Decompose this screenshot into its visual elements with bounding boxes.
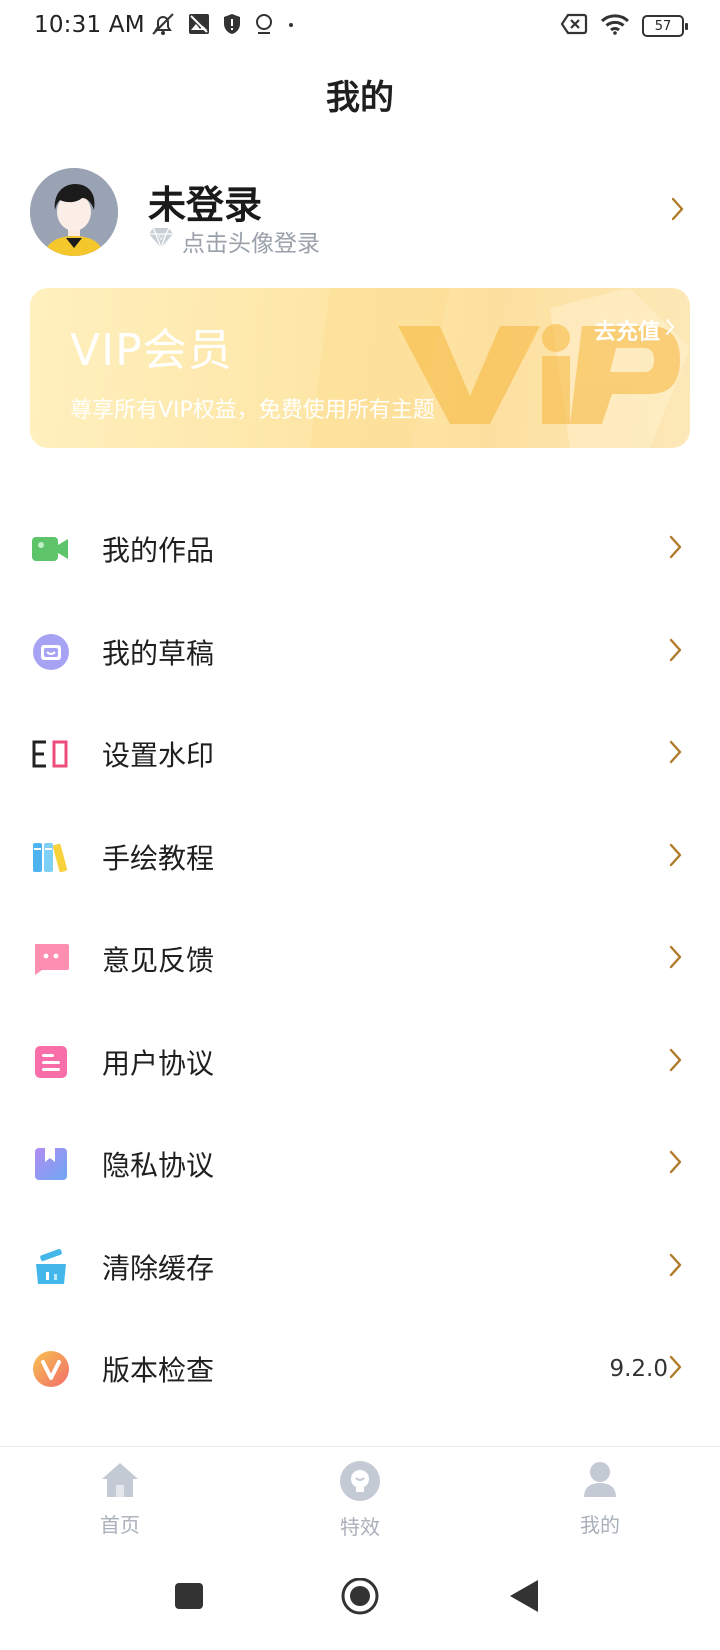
chevron-right-icon (670, 196, 686, 226)
home-icon (100, 1461, 140, 1503)
tab-label: 首页 (100, 1513, 140, 1537)
battery-icon: 57 (642, 15, 688, 37)
chevron-right-icon (668, 1149, 684, 1179)
status-bar: 10:31 AM 57 (0, 0, 720, 56)
menu-item-watermark[interactable]: 设置水印 (0, 703, 720, 806)
tab-label: 我的 (580, 1513, 620, 1537)
tab-effects[interactable]: 特效 (300, 1461, 420, 1540)
watermark-icon (32, 735, 70, 773)
menu-item-label: 手绘教程 (102, 841, 215, 875)
menu-item-drawing-tutorial[interactable]: 手绘教程 (0, 806, 720, 909)
chevron-right-icon (668, 739, 684, 769)
menu-item-user-agreement[interactable]: 用户协议 (0, 1011, 720, 1114)
broom-icon (32, 1248, 70, 1286)
tab-home[interactable]: 首页 (60, 1461, 180, 1538)
login-hint-text: 点击头像登录 (182, 231, 320, 257)
bottom-tab-bar: 首页 特效 我的 (0, 1446, 720, 1556)
menu-item-my-works[interactable]: 我的作品 (0, 498, 720, 601)
menu-item-label: 用户协议 (102, 1046, 215, 1080)
menu-item-feedback[interactable]: 意见反馈 (0, 908, 720, 1011)
page-title: 我的 (326, 78, 394, 118)
gallery-icon (188, 13, 210, 39)
version-v-icon (32, 1350, 70, 1388)
books-icon (32, 838, 70, 876)
chevron-right-icon (668, 1047, 684, 1077)
menu-item-clear-cache[interactable]: 清除缓存 (0, 1216, 720, 1319)
document-icon (32, 1043, 70, 1081)
chevron-right-icon (668, 842, 684, 872)
back-triangle-icon[interactable] (508, 1578, 542, 1618)
menu-item-label: 意见反馈 (102, 944, 215, 978)
recharge-button[interactable]: 去充值 (594, 314, 676, 346)
tab-mine[interactable]: 我的 (540, 1461, 660, 1538)
chevron-right-icon (664, 317, 676, 343)
chevron-right-icon (668, 534, 684, 564)
bookmark-book-icon (32, 1145, 70, 1183)
menu-item-label: 我的草稿 (102, 636, 215, 670)
menu-item-label: 我的作品 (102, 534, 215, 568)
draft-box-icon (32, 633, 70, 671)
muted-bell-icon (150, 12, 176, 40)
chevron-right-icon (668, 1252, 684, 1282)
version-number: 9.2.0 (609, 1356, 668, 1383)
menu-item-label: 版本检查 (102, 1354, 215, 1388)
recent-apps-icon[interactable] (172, 1578, 206, 1616)
vip-card[interactable]: VIP会员 尊享所有VIP权益，免费使用所有主题 去充值 (30, 288, 690, 448)
menu-item-label: 清除缓存 (102, 1251, 215, 1285)
menu-item-label: 设置水印 (102, 739, 215, 773)
avatar-illustration-icon (30, 168, 118, 256)
vip-title: VIP会员 (70, 325, 233, 376)
home-circle-icon[interactable] (340, 1577, 380, 1622)
menu-item-my-drafts[interactable]: 我的草稿 (0, 601, 720, 704)
system-navigation-bar (0, 1556, 720, 1650)
menu-item-privacy-policy[interactable]: 隐私协议 (0, 1113, 720, 1216)
menu-list: 我的作品 我的草稿 设置水印 手绘教程 意见反馈 用户协议 隐私协议 清除缓存 … (0, 498, 720, 1421)
vip-subtitle: 尊享所有VIP权益，免费使用所有主题 (70, 398, 435, 423)
status-time: 10:31 AM (34, 12, 145, 38)
svg-text:V: V (159, 235, 164, 242)
dot-icon (286, 13, 296, 39)
diamond-icon: V (148, 226, 174, 256)
location-pin-icon (254, 13, 274, 39)
menu-item-version-check[interactable]: 版本检查 9.2.0 (0, 1318, 720, 1421)
effects-bulb-icon (339, 1461, 381, 1505)
video-camera-icon (32, 530, 70, 568)
chevron-right-icon (668, 637, 684, 667)
recharge-label: 去充值 (593, 320, 660, 345)
login-hint[interactable]: V 点击头像登录 (148, 224, 320, 258)
shield-icon (222, 13, 242, 39)
profile-row[interactable]: 未登录 V 点击头像登录 (30, 168, 690, 260)
feedback-chat-icon (32, 940, 70, 978)
avatar[interactable] (30, 168, 118, 256)
user-name: 未登录 (148, 183, 263, 227)
menu-item-label: 隐私协议 (102, 1149, 215, 1183)
chevron-right-icon (668, 1354, 684, 1384)
person-icon (582, 1461, 618, 1503)
chevron-right-icon (668, 944, 684, 974)
tab-label: 特效 (340, 1515, 380, 1539)
battery-level: 57 (654, 18, 672, 34)
wifi-icon (600, 13, 630, 39)
sim-off-icon (560, 13, 588, 39)
